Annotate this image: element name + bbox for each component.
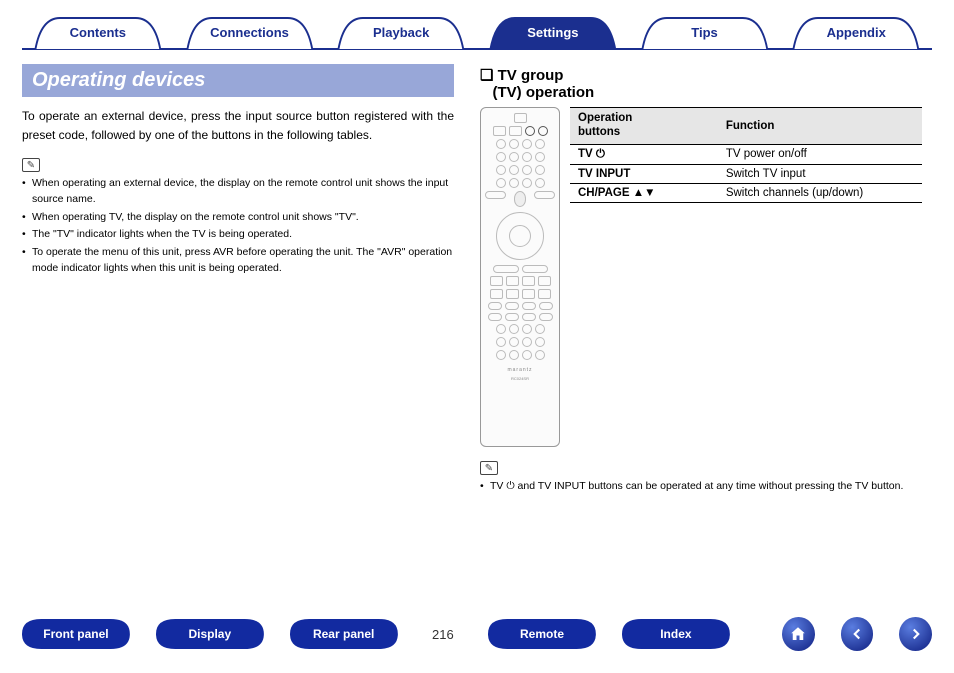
footer-btn-label: Front panel <box>43 627 108 641</box>
operation-table: Operationbuttons Function TV ⏻ TV power … <box>570 107 922 203</box>
footer-btn-front-panel[interactable]: Front panel <box>22 619 130 649</box>
note-item: To operate the menu of this unit, press … <box>22 245 454 277</box>
op-button-cell: TV INPUT <box>570 164 718 183</box>
tab-settings[interactable]: Settings <box>477 16 629 50</box>
remote-illustration: marantz RC024SR <box>480 107 560 447</box>
footer-btn-label: Remote <box>520 627 564 641</box>
arrow-right-icon <box>907 625 925 643</box>
op-function-cell: Switch channels (up/down) <box>718 183 922 202</box>
footer-btn-remote[interactable]: Remote <box>488 619 596 649</box>
tab-label: Connections <box>210 25 289 40</box>
table-head-col1: Operationbuttons <box>570 108 718 145</box>
top-tab-bar: Contents Connections Playback Settings T… <box>22 16 932 50</box>
footer-btn-rear-panel[interactable]: Rear panel <box>290 619 398 649</box>
tab-label: Tips <box>691 25 718 40</box>
footer-btn-label: Rear panel <box>313 627 374 641</box>
home-icon <box>789 625 807 643</box>
tab-label: Appendix <box>827 25 886 40</box>
left-notes-list: When operating an external device, the d… <box>22 176 454 277</box>
remote-model: RC024SR <box>511 376 529 381</box>
tab-playback[interactable]: Playback <box>325 16 477 50</box>
home-button[interactable] <box>782 617 815 651</box>
footer-btn-index[interactable]: Index <box>622 619 730 649</box>
tab-label: Contents <box>70 25 126 40</box>
footer-btn-label: Display <box>188 627 231 641</box>
page-heading: Operating devices <box>22 64 454 97</box>
tab-tips[interactable]: Tips <box>629 16 781 50</box>
pencil-note-icon: ✎ <box>480 461 498 475</box>
next-page-button[interactable] <box>899 617 932 651</box>
tab-appendix[interactable]: Appendix <box>780 16 932 50</box>
section-sub-heading: ❏ TV group (TV) operation <box>480 66 922 101</box>
op-function-cell: TV power on/off <box>718 144 922 164</box>
arrow-left-icon <box>848 625 866 643</box>
page-number: 216 <box>424 627 463 642</box>
prev-page-button[interactable] <box>841 617 874 651</box>
intro-paragraph: To operate an external device, press the… <box>22 107 454 144</box>
table-row: CH/PAGE ▲▼ Switch channels (up/down) <box>570 183 922 202</box>
tab-connections[interactable]: Connections <box>174 16 326 50</box>
note-item: When operating TV, the display on the re… <box>22 210 454 226</box>
table-row: TV INPUT Switch TV input <box>570 164 922 183</box>
remote-brand: marantz <box>507 367 532 373</box>
sub-heading-line1: TV group <box>498 67 564 84</box>
table-row: TV ⏻ TV power on/off <box>570 144 922 164</box>
note-item: When operating an external device, the d… <box>22 176 454 208</box>
th-label: Operationbuttons <box>578 112 632 140</box>
op-button-cell: TV ⏻ <box>570 144 718 164</box>
footer-bar: Front panel Display Rear panel 216 Remot… <box>22 617 932 651</box>
footer-btn-label: Index <box>660 627 691 641</box>
note-item: The "TV" indicator lights when the TV is… <box>22 227 454 243</box>
sub-heading-line2: (TV) operation <box>493 84 595 101</box>
table-head-col2: Function <box>718 108 922 145</box>
tab-label: Settings <box>527 25 578 40</box>
op-button-cell: CH/PAGE ▲▼ <box>570 183 718 202</box>
right-note: TV ⏻ and TV INPUT buttons can be operate… <box>480 479 922 495</box>
tab-label: Playback <box>373 25 429 40</box>
footer-btn-display[interactable]: Display <box>156 619 264 649</box>
tab-contents[interactable]: Contents <box>22 16 174 50</box>
pencil-note-icon: ✎ <box>22 158 40 172</box>
op-function-cell: Switch TV input <box>718 164 922 183</box>
